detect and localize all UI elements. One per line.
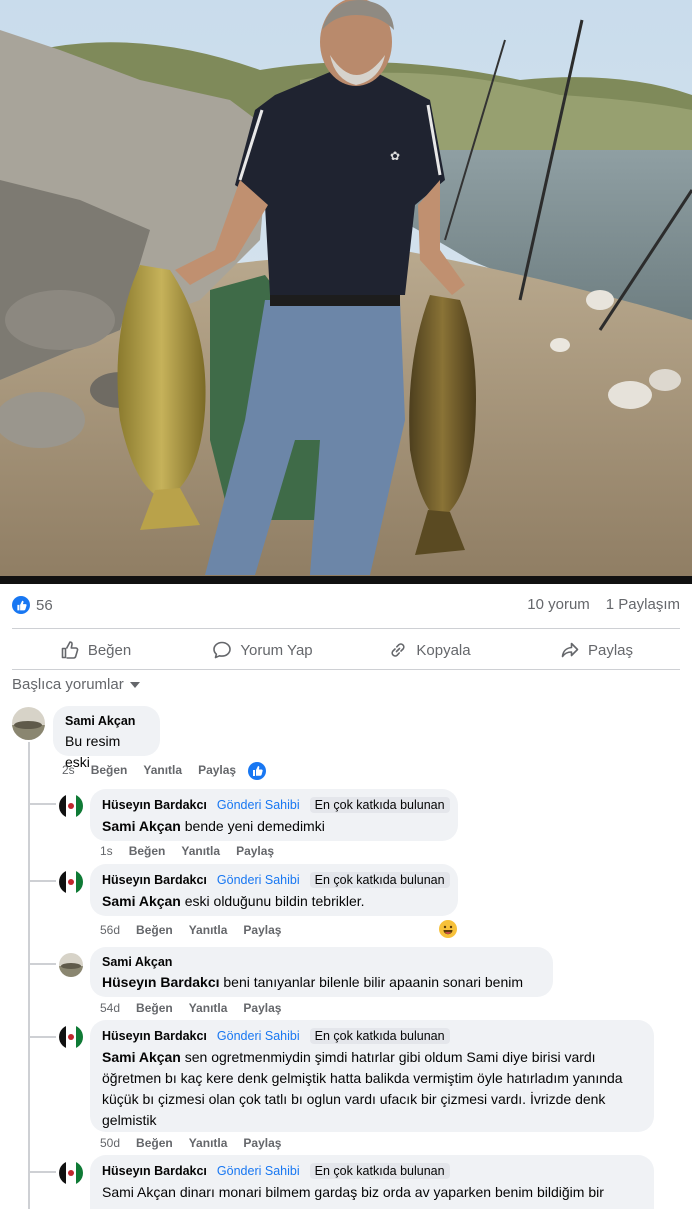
comment-share-link[interactable]: Paylaş: [243, 1001, 281, 1015]
comment-text: Sami Akçan dinarı monari bilmem gardaş b…: [102, 1184, 604, 1200]
mention-link[interactable]: Sami Akçan: [102, 893, 181, 909]
thread-branch: [30, 963, 56, 965]
link-icon: [391, 643, 405, 657]
avatar[interactable]: [59, 1025, 83, 1049]
avatar[interactable]: [59, 794, 83, 818]
comment-time[interactable]: 56d: [100, 923, 120, 937]
author-badge: Gönderi Sahibi: [216, 1029, 300, 1043]
top-contributor-badge: En çok katkıda bulunan: [309, 1028, 450, 1044]
divider-bottom: [12, 669, 680, 670]
share-button-label: Paylaş: [587, 641, 634, 659]
top-contributor-badge: En çok katkıda bulunan: [309, 872, 450, 888]
author-badge: Gönderi Sahibi: [216, 873, 300, 887]
laughing-emoji-icon[interactable]: [439, 920, 457, 938]
like-reaction-icon: [12, 596, 30, 614]
mention-link[interactable]: Hüseyın Bardakcı: [102, 974, 220, 990]
comment-bubble: Hüseyın Bardakcı Gönderi Sahibi En çok k…: [90, 789, 458, 841]
thread-connector-line: [28, 742, 30, 1209]
like-reaction-icon[interactable]: [248, 762, 266, 780]
comment-time[interactable]: 50d: [100, 1136, 120, 1150]
comment-like-link[interactable]: Beğen: [136, 923, 173, 937]
like-button-label: Beğen: [87, 641, 132, 659]
comment-time[interactable]: 2s: [62, 763, 75, 777]
comment-reply-link[interactable]: Yanıtla: [143, 763, 182, 777]
comment-button-label: Yorum Yap: [240, 641, 313, 659]
avatar[interactable]: [59, 870, 83, 894]
copy-button[interactable]: Kopyala: [346, 632, 513, 668]
post-action-bar: Beğen Yorum Yap Kopyala Paylaş: [12, 632, 680, 668]
comment-author[interactable]: Sami Akçan: [102, 955, 172, 969]
comment-meta: 56d Beğen Yanıtla Paylaş: [100, 923, 281, 937]
comment-button[interactable]: Yorum Yap: [179, 632, 346, 668]
avatar[interactable]: [12, 707, 45, 740]
comment-share-link[interactable]: Paylaş: [243, 1136, 281, 1150]
comment-like-link[interactable]: Beğen: [136, 1001, 173, 1015]
comment-sort-dropdown[interactable]: Başlıca yorumlar: [12, 676, 140, 693]
share-button[interactable]: Paylaş: [513, 632, 680, 668]
comment-sort-label: Başlıca yorumlar: [12, 676, 124, 693]
comment-author[interactable]: Hüseyın Bardakcı: [102, 873, 207, 887]
top-contributor-badge: En çok katkıda bulunan: [309, 797, 450, 813]
comment-author[interactable]: Hüseyın Bardakcı: [102, 1164, 207, 1178]
comment-text: beni tanıyanlar bilenle bilir apaanin so…: [219, 974, 524, 990]
comment-text: eski olduğunu bildin tebrikler.: [180, 893, 365, 909]
comment-time[interactable]: 1s: [100, 844, 113, 858]
comment-like-link[interactable]: Beğen: [136, 1136, 173, 1150]
photo-border: [0, 576, 692, 584]
share-count[interactable]: 1 Paylaşım: [606, 596, 680, 613]
comment-meta: 50d Beğen Yanıtla Paylaş: [100, 1136, 281, 1150]
mention-link[interactable]: Sami Akçan: [102, 818, 181, 834]
thread-branch: [30, 803, 56, 805]
avatar[interactable]: [59, 1161, 83, 1185]
like-count: 56: [36, 596, 53, 614]
comment-text: sen ogretmenmiydin şimdi hatırlar gibi o…: [102, 1049, 623, 1128]
comment-bubble: Sami Akçan Hüseyın Bardakcı beni tanıyan…: [90, 947, 553, 997]
comment-count[interactable]: 10 yorum: [527, 596, 590, 613]
comment-meta: 2s Beğen Yanıtla Paylaş: [62, 763, 236, 777]
author-badge: Gönderi Sahibi: [216, 1164, 300, 1178]
comment-author[interactable]: Hüseyın Bardakcı: [102, 798, 207, 812]
comment-like-link[interactable]: Beğen: [91, 763, 128, 777]
comment-bubble-icon: [213, 641, 232, 659]
comment-like-link[interactable]: Beğen: [129, 844, 166, 858]
comment-share-link[interactable]: Paylaş: [243, 923, 281, 937]
thread-branch: [30, 1036, 56, 1038]
reaction-summary[interactable]: 56: [12, 596, 53, 614]
comment-share-link[interactable]: Paylaş: [236, 844, 274, 858]
comment-text: bende yeni demedimki: [180, 818, 325, 834]
chevron-down-icon: [129, 681, 140, 688]
thread-branch: [30, 1171, 56, 1173]
avatar[interactable]: [59, 953, 83, 977]
fishing-photo-illustration: ✿: [0, 0, 692, 584]
comment-meta: 1s Beğen Yanıtla Paylaş: [100, 844, 274, 858]
share-arrow-icon: [561, 642, 579, 658]
comment-meta: 54d Beğen Yanıtla Paylaş: [100, 1001, 281, 1015]
mention-link[interactable]: Sami Akçan: [102, 1049, 181, 1065]
top-contributor-badge: En çok katkıda bulunan: [309, 1163, 450, 1179]
comment-bubble: Sami Akçan Bu resim eski: [53, 706, 160, 770]
comment-reply-link[interactable]: Yanıtla: [181, 844, 220, 858]
post-photo[interactable]: ✿: [0, 0, 692, 584]
svg-text:✿: ✿: [390, 149, 400, 163]
thumbs-up-icon: [61, 641, 79, 659]
like-button[interactable]: Beğen: [12, 632, 179, 668]
divider-top: [12, 628, 680, 629]
comment-author[interactable]: Sami Akçan: [65, 714, 135, 728]
thread-branch: [30, 880, 56, 882]
comment-bubble: Hüseyın Bardakcı Gönderi Sahibi En çok k…: [90, 1020, 654, 1132]
comment-bubble: Hüseyın Bardakcı Gönderi Sahibi En çok k…: [90, 1155, 654, 1209]
comment-time[interactable]: 54d: [100, 1001, 120, 1015]
comment-reply-link[interactable]: Yanıtla: [189, 1001, 228, 1015]
author-badge: Gönderi Sahibi: [216, 798, 300, 812]
comment-bubble: Hüseyın Bardakcı Gönderi Sahibi En çok k…: [90, 864, 458, 916]
copy-button-label: Kopyala: [416, 641, 471, 659]
comment-reply-link[interactable]: Yanıtla: [189, 1136, 228, 1150]
comment-share-link[interactable]: Paylaş: [198, 763, 236, 777]
post-stats: 56 10 yorum 1 Paylaşım: [12, 596, 680, 618]
comment-author[interactable]: Hüseyın Bardakcı: [102, 1029, 207, 1043]
comment-reply-link[interactable]: Yanıtla: [189, 923, 228, 937]
